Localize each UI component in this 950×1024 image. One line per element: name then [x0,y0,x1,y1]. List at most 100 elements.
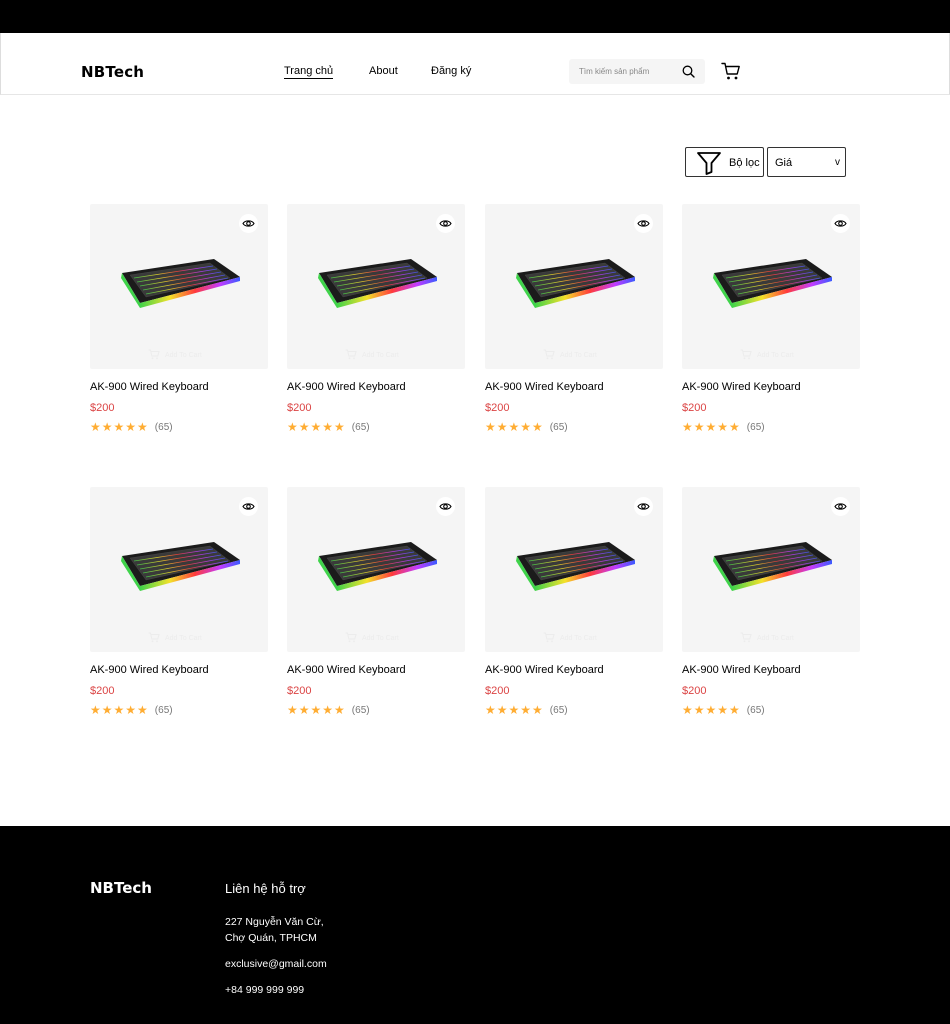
eye-icon[interactable] [634,497,653,516]
product-rating: ★★★★★ (65) [90,421,173,433]
product-price: $200 [90,685,115,697]
footer-phone[interactable]: +84 999 999 999 [225,984,304,996]
keyboard-image [315,534,439,599]
eye-icon[interactable] [239,214,258,233]
product-name[interactable]: AK-900 Wired Keyboard [287,381,406,393]
cart-icon [148,632,160,645]
filter-icon [697,152,721,175]
nav-link-about[interactable]: About [369,65,398,77]
product-image[interactable]: Add To Cart [485,487,663,652]
product-card[interactable]: Add To Cart AK-900 Wired Keyboard $200 ★… [287,487,465,716]
product-card[interactable]: Add To Cart AK-900 Wired Keyboard $200 ★… [485,204,663,433]
add-to-cart-button[interactable]: Add To Cart [543,349,597,362]
review-count: (65) [746,421,765,433]
star-icon: ★★★★★ [287,703,346,717]
product-card[interactable]: Add To Cart AK-900 Wired Keyboard $200 ★… [90,487,268,716]
review-count: (65) [351,704,370,716]
cart-icon [148,349,160,362]
product-rating: ★★★★★ (65) [485,421,568,433]
product-rating: ★★★★★ (65) [287,421,370,433]
product-name[interactable]: AK-900 Wired Keyboard [682,664,801,676]
sort-price-select[interactable]: Giá v [767,147,846,177]
add-to-cart-label: Add To Cart [560,635,597,642]
product-image[interactable]: Add To Cart [287,204,465,369]
star-icon: ★★★★★ [287,420,346,434]
product-name[interactable]: AK-900 Wired Keyboard [90,664,209,676]
product-image[interactable]: Add To Cart [682,487,860,652]
product-name[interactable]: AK-900 Wired Keyboard [90,381,209,393]
star-icon: ★★★★★ [90,420,149,434]
review-count: (65) [549,704,568,716]
add-to-cart-button[interactable]: Add To Cart [345,349,399,362]
eye-icon[interactable] [634,214,653,233]
add-to-cart-button[interactable]: Add To Cart [740,349,794,362]
add-to-cart-label: Add To Cart [362,635,399,642]
search-box [569,59,705,84]
add-to-cart-button[interactable]: Add To Cart [740,632,794,645]
search-input[interactable] [579,65,679,78]
nav-link-signup[interactable]: Đăng ký [431,65,471,77]
product-rating: ★★★★★ (65) [682,421,765,433]
chevron-down-icon: v [835,157,840,168]
cart-icon [740,349,752,362]
site-logo[interactable]: NBTech [81,63,144,81]
product-card[interactable]: Add To Cart AK-900 Wired Keyboard $200 ★… [682,487,860,716]
product-image[interactable]: Add To Cart [485,204,663,369]
product-card[interactable]: Add To Cart AK-900 Wired Keyboard $200 ★… [485,487,663,716]
product-rating: ★★★★★ (65) [485,704,568,716]
cart-icon [740,632,752,645]
product-rating: ★★★★★ (65) [287,704,370,716]
review-count: (65) [154,421,173,433]
product-name[interactable]: AK-900 Wired Keyboard [287,664,406,676]
eye-icon[interactable] [436,214,455,233]
nav-link-home[interactable]: Trang chủ [284,65,334,79]
eye-icon[interactable] [239,497,258,516]
eye-icon[interactable] [831,497,850,516]
footer-email[interactable]: exclusive@gmail.com [225,958,327,970]
product-image[interactable]: Add To Cart [682,204,860,369]
cart-icon[interactable] [721,62,741,81]
product-name[interactable]: AK-900 Wired Keyboard [485,664,604,676]
site-footer: NBTech Liên hệ hỗ trợ 227 Nguyễn Văn Cừ,… [0,826,950,1024]
add-to-cart-button[interactable]: Add To Cart [543,632,597,645]
filter-label: Bộ lọc [729,157,760,169]
product-name[interactable]: AK-900 Wired Keyboard [485,381,604,393]
product-card[interactable]: Add To Cart AK-900 Wired Keyboard $200 ★… [682,204,860,433]
review-count: (65) [746,704,765,716]
product-card[interactable]: Add To Cart AK-900 Wired Keyboard $200 ★… [287,204,465,433]
search-icon[interactable] [682,65,695,78]
sort-label: Giá [775,157,793,169]
keyboard-image [118,251,242,316]
product-image[interactable]: Add To Cart [287,487,465,652]
keyboard-image [710,534,834,599]
product-image[interactable]: Add To Cart [90,204,268,369]
product-name[interactable]: AK-900 Wired Keyboard [682,381,801,393]
add-to-cart-button[interactable]: Add To Cart [148,632,202,645]
cart-icon [543,349,555,362]
add-to-cart-label: Add To Cart [165,352,202,359]
product-card[interactable]: Add To Cart AK-900 Wired Keyboard $200 ★… [90,204,268,433]
keyboard-image [513,534,637,599]
star-icon: ★★★★★ [485,420,544,434]
add-to-cart-button[interactable]: Add To Cart [148,349,202,362]
keyboard-image [710,251,834,316]
footer-logo: NBTech [90,879,152,897]
add-to-cart-button[interactable]: Add To Cart [345,632,399,645]
review-count: (65) [549,421,568,433]
eye-icon[interactable] [831,214,850,233]
product-rating: ★★★★★ (65) [90,704,173,716]
footer-address-line: 227 Nguyễn Văn Cừ, [225,916,324,928]
product-image[interactable]: Add To Cart [90,487,268,652]
review-count: (65) [154,704,173,716]
keyboard-image [513,251,637,316]
cart-icon [345,349,357,362]
eye-icon[interactable] [436,497,455,516]
keyboard-image [118,534,242,599]
add-to-cart-label: Add To Cart [757,352,794,359]
footer-address: 227 Nguyễn Văn Cừ, Chợ Quán, TPHCM [225,914,365,946]
star-icon: ★★★★★ [90,703,149,717]
product-price: $200 [485,685,510,697]
product-price: $200 [682,402,707,414]
filter-button[interactable]: Bộ lọc [685,147,764,177]
star-icon: ★★★★★ [682,703,741,717]
